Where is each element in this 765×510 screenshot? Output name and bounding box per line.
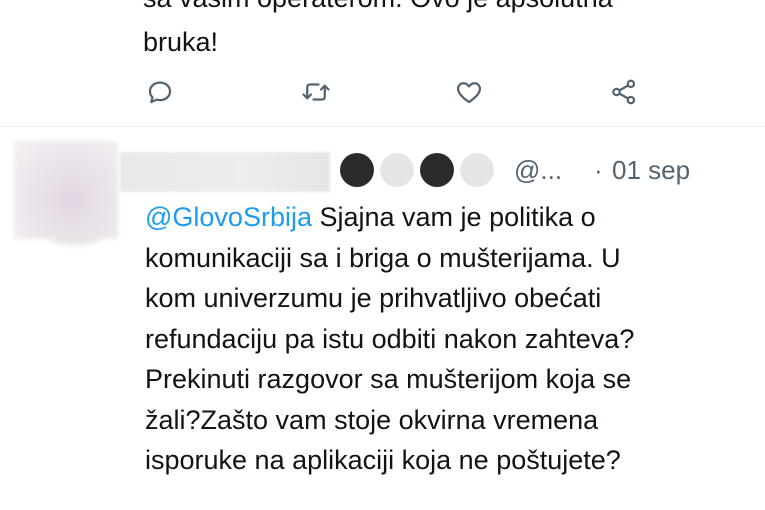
- tweet-actions: [0, 70, 765, 114]
- redaction-dot: [380, 153, 414, 187]
- share-icon: [612, 79, 636, 105]
- avatar-blur: [50, 233, 100, 245]
- like-icon: [456, 82, 482, 104]
- retweet-icon: [302, 83, 330, 101]
- tweet-body: Sjajna vam je politika o komunikaciji sa…: [145, 202, 635, 475]
- redaction-dot: [420, 153, 454, 187]
- redaction-dot: [460, 153, 494, 187]
- reply-tweet[interactable]: @... · 01 sep @GlovoSrbija Sjajna vam je…: [0, 127, 765, 510]
- tweet-text-last-line: bruka!: [143, 27, 219, 57]
- meta-separator: ·: [594, 155, 603, 185]
- reply-icon: [148, 81, 172, 104]
- previous-tweet: sa vašim operaterom. Ovo je apsolutna br…: [0, 0, 765, 126]
- display-name-redacted[interactable]: [120, 152, 330, 192]
- like-button[interactable]: [447, 70, 491, 114]
- tweet-date[interactable]: 01 sep: [612, 155, 690, 186]
- redaction-dot: [340, 153, 374, 187]
- tweet-text: @GlovoSrbija Sjajna vam je politika o ko…: [145, 197, 765, 481]
- mention-link[interactable]: @GlovoSrbija: [145, 202, 312, 232]
- retweet-button[interactable]: [294, 70, 338, 114]
- share-button[interactable]: [602, 70, 646, 114]
- reply-button[interactable]: [138, 70, 182, 114]
- tweet-text-cutoff: sa vašim operaterom. Ovo je apsolutna: [143, 0, 613, 18]
- avatar[interactable]: [14, 141, 118, 239]
- user-handle[interactable]: @...: [514, 155, 562, 186]
- redaction-dots: [340, 153, 494, 189]
